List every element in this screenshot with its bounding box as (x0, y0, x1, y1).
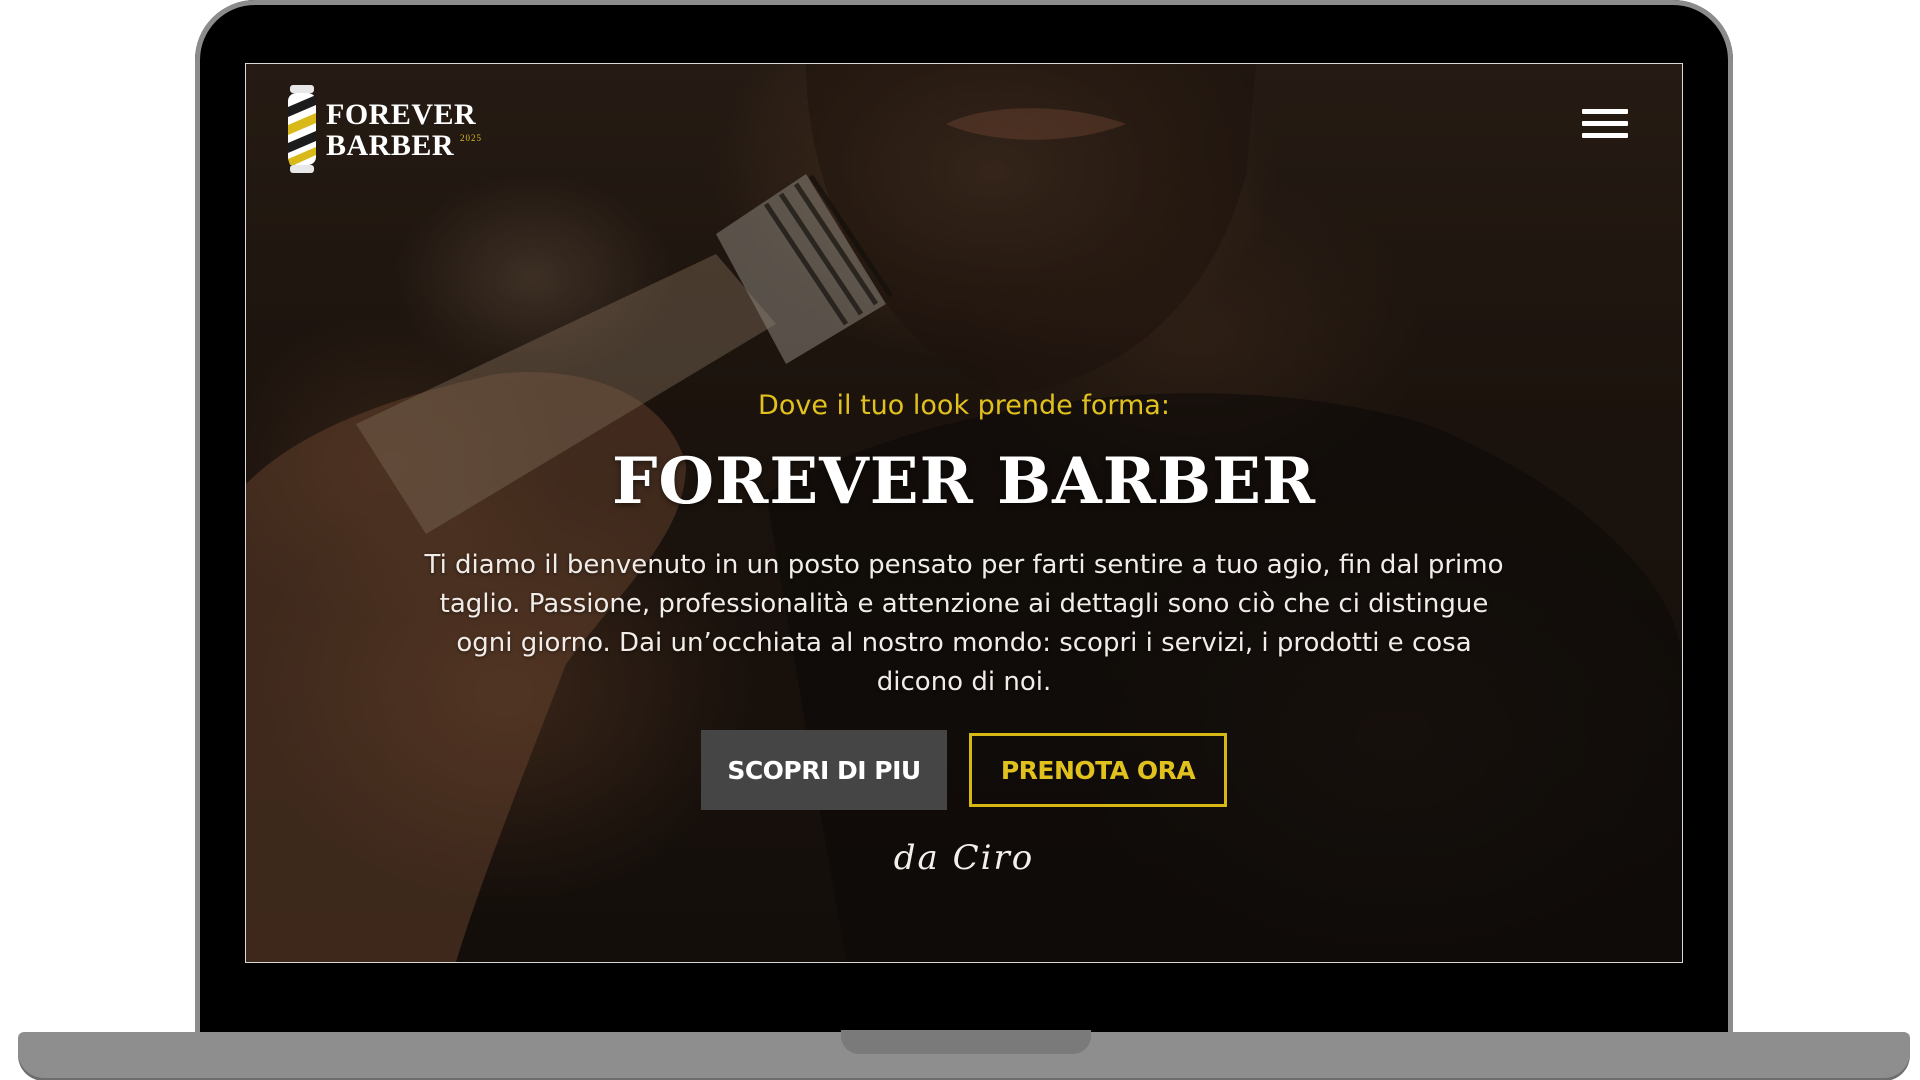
website-screen: FOREVER BARBER 2025 Dove il tuo look pre… (246, 64, 1682, 962)
logo-year: 2025 (460, 133, 482, 143)
logo-text-barber: BARBER (326, 129, 455, 162)
discover-more-button[interactable]: SCOPRI DI PIU (701, 730, 947, 810)
signature: da Ciro (893, 838, 1035, 878)
hero-actions: SCOPRI DI PIU PRENOTA ORA (246, 730, 1682, 810)
site-logo[interactable]: FOREVER BARBER 2025 (284, 83, 484, 175)
hamburger-bar (1582, 109, 1628, 114)
logo-text-forever: FOREVER (326, 98, 477, 131)
hero-description: Ti diamo il benvenuto in un posto pensat… (424, 550, 1504, 697)
hamburger-bar (1582, 133, 1628, 138)
laptop-notch (841, 1030, 1091, 1054)
hamburger-menu-icon[interactable] (1582, 109, 1628, 147)
barber-pole-icon (288, 85, 316, 173)
hero-title: FOREVER BARBER (611, 444, 1317, 519)
hamburger-bar (1582, 121, 1628, 126)
laptop-mockup: FOREVER BARBER 2025 Dove il tuo look pre… (0, 0, 1920, 1080)
hero-eyebrow: Dove il tuo look prende forma: (758, 390, 1170, 421)
hero-content: Dove il tuo look prende forma: FOREVER B… (246, 388, 1682, 880)
book-now-button[interactable]: PRENOTA ORA (969, 733, 1227, 807)
